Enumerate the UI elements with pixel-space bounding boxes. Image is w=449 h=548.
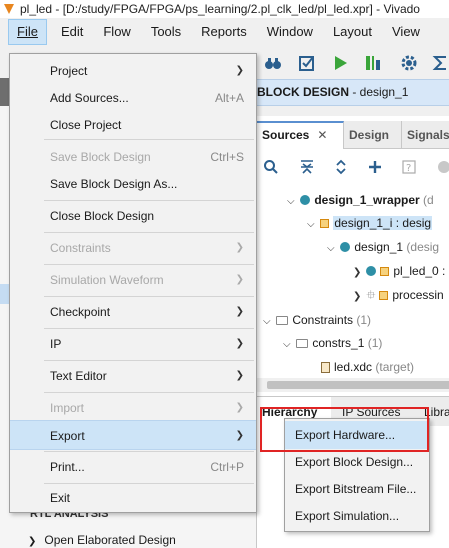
- menu-edit[interactable]: Edit: [53, 19, 91, 45]
- menu-flow[interactable]: Flow: [95, 19, 138, 45]
- menu-item-constraints: Constraints ❯: [10, 233, 256, 263]
- status-dot-icon: [438, 161, 449, 173]
- highlight-callout-box: [260, 407, 429, 452]
- tree-node-pl-led[interactable]: ❯ pl_led_0 :: [353, 260, 445, 282]
- chevron-right-icon: ❯: [235, 274, 244, 285]
- chevron-right-icon: ❯: [235, 338, 244, 349]
- toolbar: [256, 48, 449, 78]
- scrollbar-thumb[interactable]: [267, 381, 449, 389]
- menu-tools[interactable]: Tools: [143, 19, 189, 45]
- chevron-right-icon: ❯: [353, 291, 362, 302]
- tree-node-design[interactable]: ⌵ design_1 (desig: [327, 236, 439, 258]
- chevron-down-icon: ⌵: [307, 219, 315, 230]
- chevron-right-icon: ❯: [28, 536, 37, 547]
- menu-item-close-project[interactable]: Close Project: [10, 110, 256, 140]
- menu-item-ip[interactable]: IP ❯: [10, 329, 256, 359]
- module-dot-icon: [366, 266, 377, 276]
- sources-tab-bar: Sources ✕ Design Signals: [257, 121, 449, 149]
- tree-node-led-xdc[interactable]: led.xdc (target): [321, 356, 414, 378]
- chevron-right-icon: ❯: [235, 65, 244, 76]
- folder-icon: [276, 316, 289, 325]
- block-design-icon: [379, 291, 389, 300]
- open-elaborated-design-link[interactable]: ❯ Open Elaborated Design: [28, 533, 176, 547]
- search-icon[interactable]: [263, 159, 279, 175]
- chevron-down-icon: ⌵: [327, 243, 335, 254]
- tab-signals[interactable]: Signals: [402, 121, 449, 149]
- tab-design[interactable]: Design: [344, 121, 402, 149]
- block-design-icon: [380, 267, 390, 276]
- block-design-icon: [320, 219, 330, 228]
- menu-item-export-block-design[interactable]: Export Block Design...: [285, 448, 429, 476]
- module-dot-icon: [300, 195, 311, 205]
- window-title: pl_led - [D:/study/FPGA/FPGA/ps_learning…: [20, 2, 420, 16]
- menu-item-close-block-design[interactable]: Close Block Design: [10, 201, 256, 231]
- chevron-right-icon: ❯: [353, 267, 362, 278]
- sources-toolbar: ?: [257, 153, 449, 183]
- menu-item-export-simulation[interactable]: Export Simulation...: [285, 502, 429, 530]
- chevron-right-icon: ❯: [235, 430, 244, 441]
- tree-node-processing[interactable]: ❯ ⯐ processin: [353, 284, 444, 306]
- tree-node-constrs-1[interactable]: ⌵ constrs_1 (1): [283, 332, 382, 354]
- chevron-right-icon: ❯: [235, 242, 244, 253]
- svg-text:?: ?: [406, 163, 411, 174]
- close-icon[interactable]: ✕: [317, 128, 327, 142]
- menu-separator: [44, 139, 254, 140]
- file-icon: [321, 362, 330, 373]
- chevron-down-icon: ⌵: [283, 339, 291, 350]
- menu-reports[interactable]: Reports: [193, 19, 255, 45]
- menu-item-exit[interactable]: Exit: [10, 483, 256, 513]
- menu-item-save-block-design-as[interactable]: Save Block Design As...: [10, 169, 256, 199]
- run-icon[interactable]: [332, 54, 350, 72]
- tree-node-design-inst[interactable]: ⌵ design_1_i : desig: [307, 212, 433, 234]
- folder-icon: [296, 339, 309, 348]
- menu-item-add-sources[interactable]: Add Sources... Alt+A: [10, 83, 256, 113]
- chevron-right-icon: ❯: [235, 306, 244, 317]
- menu-bar: File Edit Flow Tools Reports Window Layo…: [0, 18, 449, 46]
- menu-view[interactable]: View: [384, 19, 428, 45]
- menu-item-text-editor[interactable]: Text Editor ❯: [10, 361, 256, 391]
- help-icon[interactable]: ?: [401, 159, 417, 175]
- menu-item-export[interactable]: Export ❯: [10, 420, 256, 450]
- menu-item-export-bitstream[interactable]: Export Bitstream File...: [285, 475, 429, 503]
- expand-all-icon[interactable]: [333, 159, 349, 175]
- file-menu-dropdown: Project ❯ Add Sources... Alt+A Close Proje…: [9, 53, 257, 513]
- chevron-down-icon: ⌵: [287, 196, 295, 207]
- sigma-icon[interactable]: [432, 54, 449, 72]
- menu-item-import: Import ❯: [10, 393, 256, 423]
- ip-icon: ⯐: [366, 288, 376, 302]
- add-icon[interactable]: [367, 159, 383, 175]
- menu-item-save-block-design: Save Block Design Ctrl+S: [50, 150, 244, 164]
- block-design-header: BLOCK DESIGN - design_1: [256, 79, 449, 106]
- menu-file[interactable]: File: [8, 19, 47, 45]
- menu-item-checkpoint[interactable]: Checkpoint ❯: [10, 297, 256, 327]
- vivado-logo-icon: [2, 2, 16, 16]
- chevron-down-icon: ⌵: [263, 316, 271, 327]
- horizontal-scrollbar[interactable]: [257, 378, 449, 392]
- program-device-icon[interactable]: [364, 54, 382, 72]
- binoculars-icon[interactable]: [264, 54, 282, 72]
- tree-node-constraints[interactable]: ⌵ Constraints (1): [263, 309, 371, 331]
- module-dot-icon: [340, 242, 351, 252]
- tab-sources[interactable]: Sources ✕: [257, 121, 344, 149]
- menu-item-simulation-waveform: Simulation Waveform ❯: [10, 265, 256, 295]
- menu-window[interactable]: Window: [259, 19, 321, 45]
- menu-layout[interactable]: Layout: [325, 19, 380, 45]
- gear-icon[interactable]: [400, 54, 418, 72]
- menu-item-project[interactable]: Project ❯: [10, 56, 256, 86]
- chevron-right-icon: ❯: [235, 402, 244, 413]
- title-bar: pl_led - [D:/study/FPGA/FPGA/ps_learning…: [0, 0, 449, 18]
- collapse-all-icon[interactable]: [299, 159, 315, 175]
- check-box-icon[interactable]: [298, 54, 316, 72]
- menu-item-print[interactable]: Print... Ctrl+P: [10, 452, 256, 482]
- tree-node-wrapper[interactable]: ⌵ design_1_wrapper (d: [287, 189, 434, 211]
- chevron-right-icon: ❯: [235, 370, 244, 381]
